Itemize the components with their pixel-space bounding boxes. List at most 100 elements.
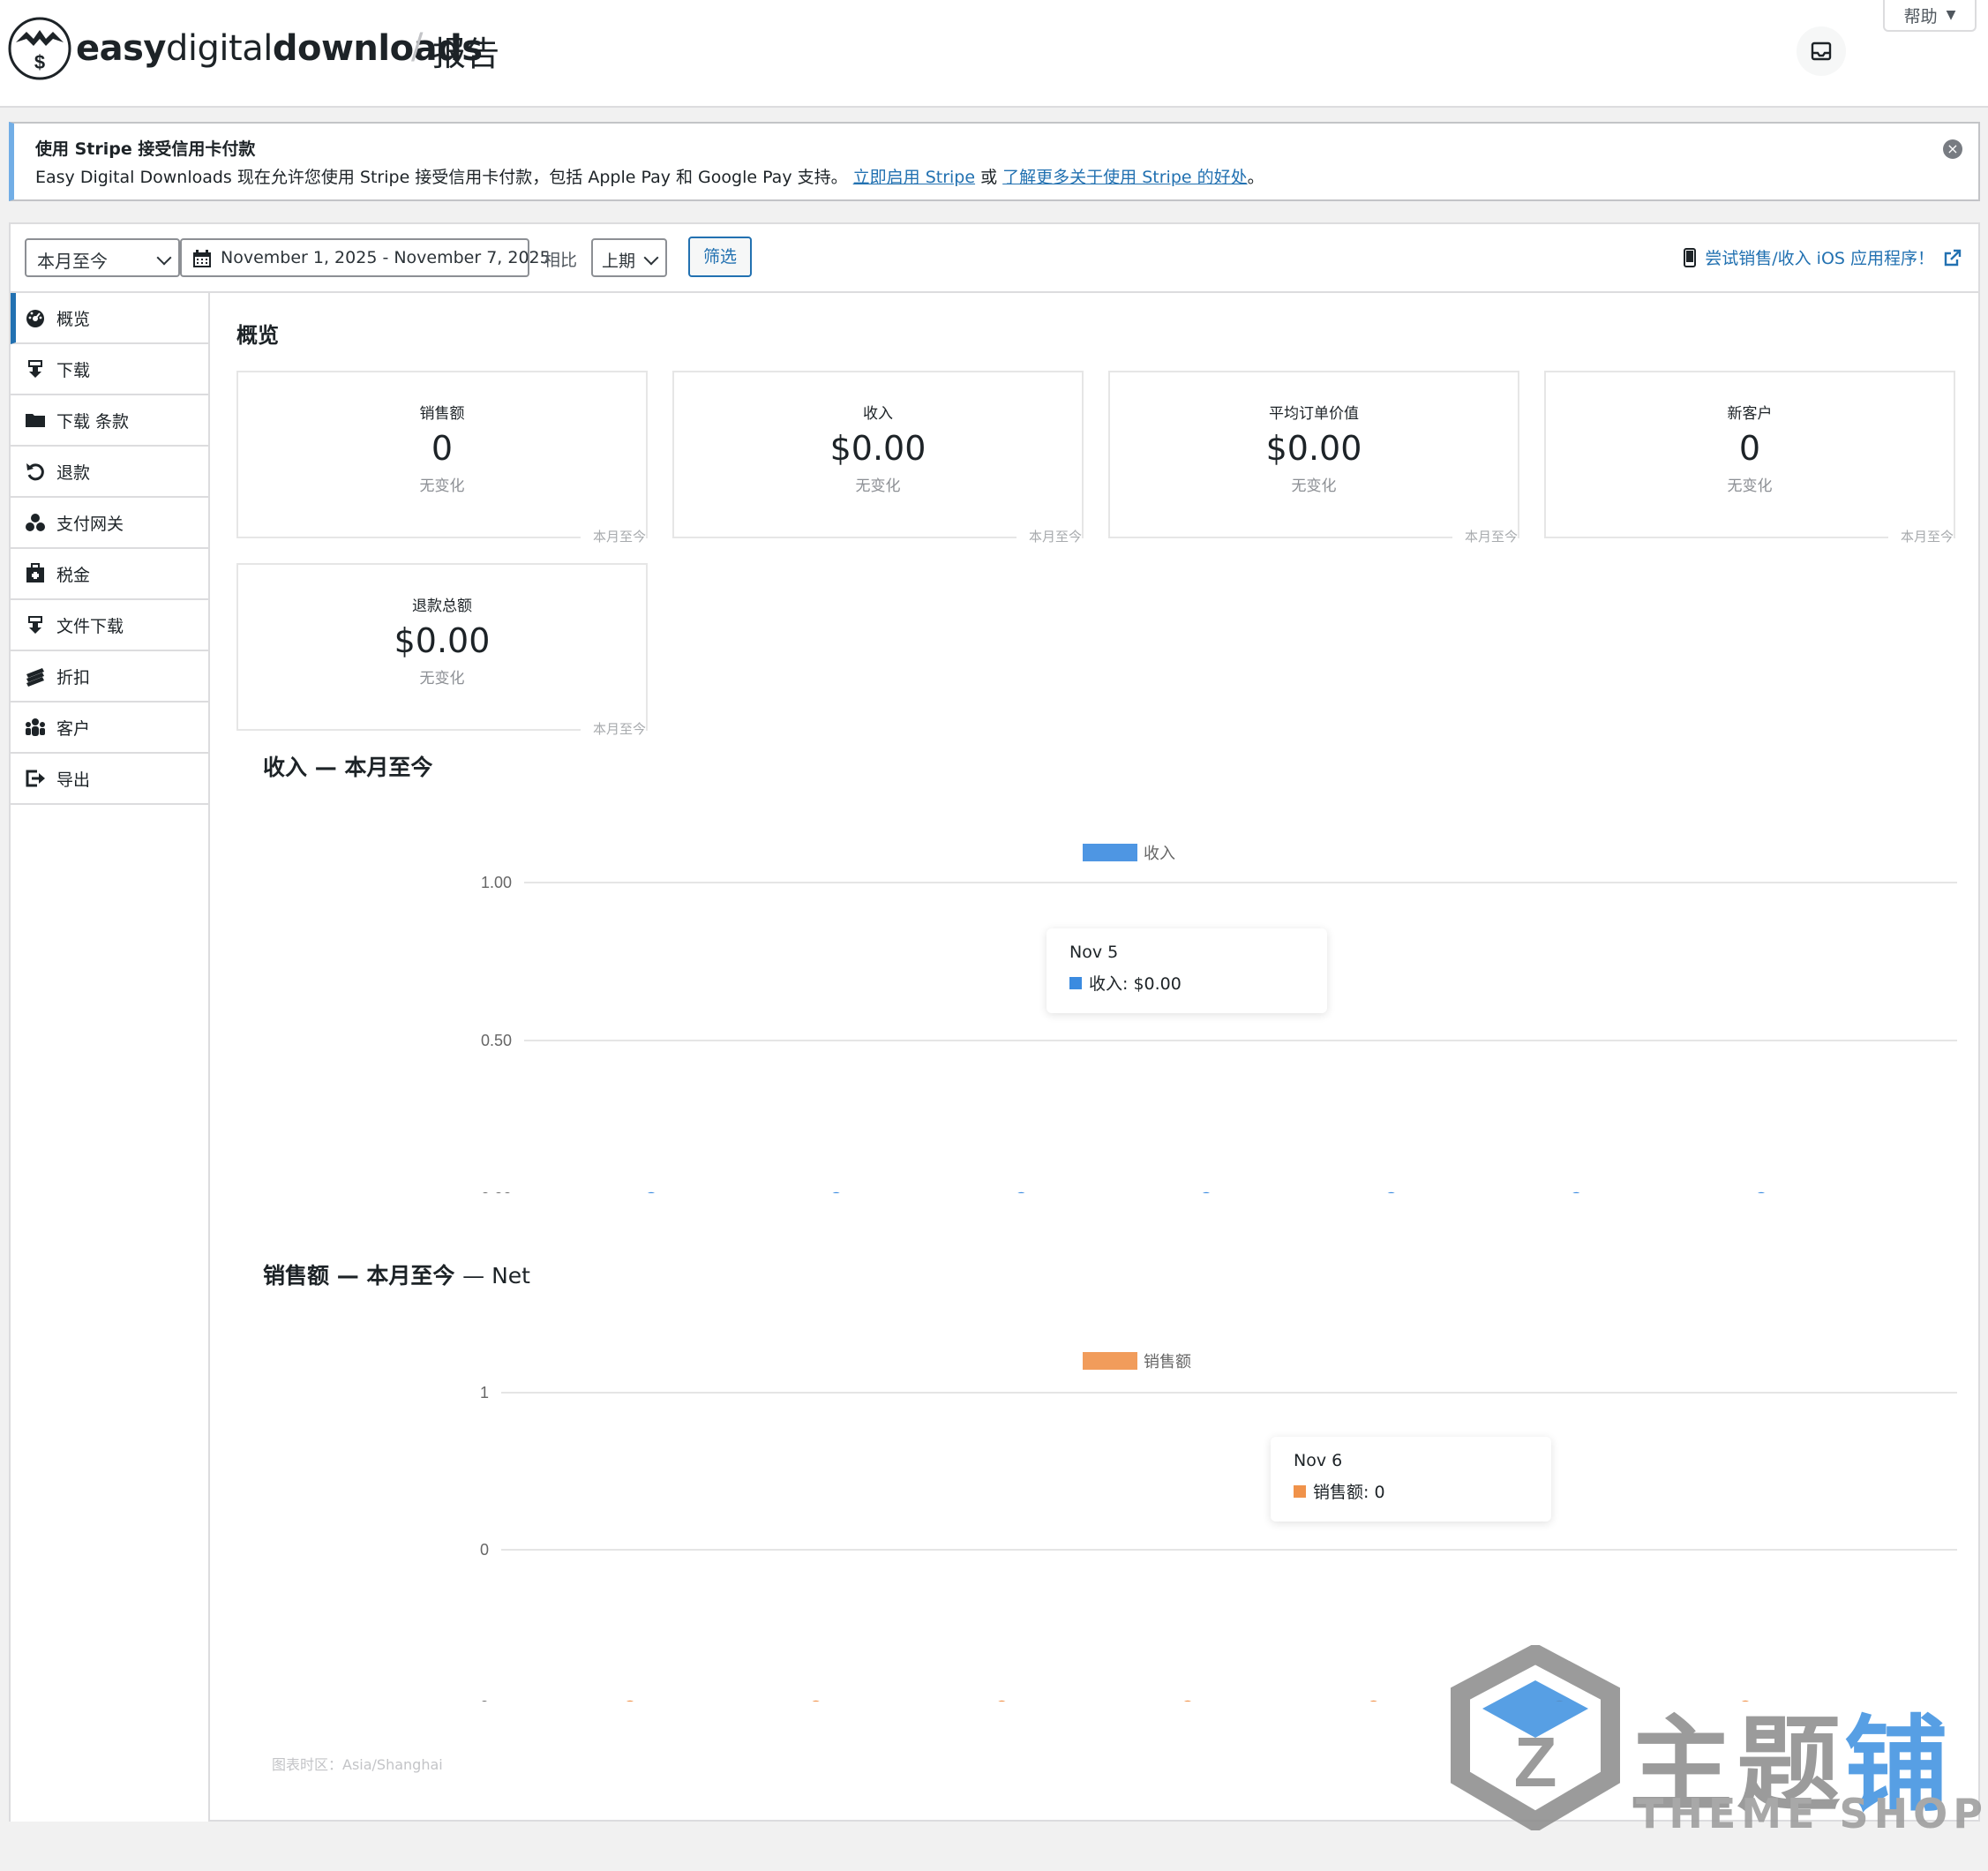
tooltip-title: Nov 6 [1294,1451,1343,1470]
date-range-field[interactable]: November 1, 2025 - November 7, 2025 [180,238,551,277]
ios-link-text: 尝试销售/收入 iOS 应用程序！ [1705,249,1934,268]
sidebar-item-taxes[interactable]: 税金 [11,549,208,600]
y-tick-label: 0 [480,1541,489,1559]
timezone-note: 图表时区：Asia/Shanghai [272,1756,443,1773]
top-header: $ easydigitaldownloads / 报告 帮助 ▼ [0,0,1988,108]
card-change: 无变化 [855,477,901,495]
report-content: 概览 销售额 0 无变化 本月至今 收入 $0.00 无变化 本月至今 平均订单… [210,293,1978,1822]
watermark-logo-icon: Z [1451,1645,1620,1830]
watermark-sub: THEME SHOP [1636,1790,1988,1837]
folder-icon [26,414,45,427]
earnings-chart-tooltip: Nov 5 收入: $0.00 [1047,928,1327,1013]
sidebar-item-file-downloads[interactable]: 文件下载 [11,600,208,651]
smartphone-icon [1684,247,1697,267]
theme-shop-watermark: Z 主题铺 THEME SHOP [1447,1645,1983,1839]
y-tick-label: 1 [480,1384,489,1401]
filter-button[interactable]: 筛选 [688,237,752,277]
card-value: 0 [1738,429,1761,468]
sidebar-item-download-terms[interactable]: 下载 条款 [11,395,208,447]
discount-icon [26,668,44,687]
stat-card-earnings: 收入 $0.00 无变化 本月至今 [672,371,1084,545]
legend-label: 收入 [1144,845,1175,862]
dashboard-icon [26,310,44,327]
download-icon [28,360,42,378]
brand-separator: / [411,26,424,67]
svg-text:$: $ [34,51,45,73]
ios-app-link[interactable]: 尝试销售/收入 iOS 应用程序！ [1684,245,1962,269]
sales-chart: 销售额100Nov 1Nov 2Nov 3Nov 4Nov 5Nov 6Nov … [480,1352,1957,1702]
sidebar-item-label: 支付网关 [56,514,124,534]
sidebar-item-discounts[interactable]: 折扣 [11,651,208,703]
date-range-text: November 1, 2025 - November 7, 2025 [221,248,551,267]
notice-body: Easy Digital Downloads 现在允许您使用 Stripe 接受… [35,164,1264,188]
chevron-down-icon [643,250,659,266]
stat-card-refunds: 退款总额 $0.00 无变化 本月至今 [236,563,648,738]
close-icon: × [1947,140,1959,157]
card-change: 无变化 [419,477,465,495]
edd-logo-icon: $ [8,17,71,80]
sales-chart-tooltip: Nov 6 销售额: 0 [1271,1437,1551,1522]
tooltip-row: 收入: $0.00 [1069,971,1182,995]
card-label: 平均订单价值 [1269,405,1359,423]
stat-card-average-order: 平均订单价值 $0.00 无变化 本月至今 [1108,371,1519,545]
overview-heading: 概览 [236,323,279,348]
calendar-icon [193,250,211,267]
compare-label: 相比 [544,251,578,270]
card-change: 无变化 [419,670,465,688]
dismiss-notice-button[interactable]: × [1943,139,1962,159]
sidebar-item-label: 折扣 [56,667,91,688]
sidebar-item-label: 下载 [56,360,91,380]
external-link-icon [1944,249,1962,266]
sales-chart-title: 销售额 — 本月至今 — Net [263,1259,530,1290]
card-label: 退款总额 [412,597,472,615]
chart-legend: 销售额 [1083,1352,1191,1371]
filter-bar: 本月至今 November 1, 2025 - November 7, 2025… [11,224,1978,293]
help-tab-button[interactable]: 帮助 ▼ [1883,0,1977,32]
learn-more-link[interactable]: 了解更多关于使用 Stripe 的好处 [1002,168,1247,187]
compare-value: 上期 [602,252,636,271]
reports-sidebar: 概览 下载 下载 条款 退款 支付网关 税金 文件下载 折扣 客户 导出 [11,293,210,1822]
sidebar-item-label: 客户 [56,718,91,739]
sidebar-item-label: 文件下载 [56,616,124,636]
sidebar-item-refunds[interactable]: 退款 [11,447,208,498]
tooltip-swatch [1069,976,1082,989]
sales-chart-title-suffix: — Net [462,1263,530,1289]
card-value: 0 [431,429,454,468]
notice-text: Easy Digital Downloads 现在允许您使用 Stripe 接受… [35,168,848,187]
inbox-icon [1811,41,1832,61]
inbox-button[interactable] [1797,26,1846,76]
sales-chart-title-main: 销售额 — 本月至今 [263,1263,455,1289]
sidebar-item-export[interactable]: 导出 [11,754,208,805]
reports-panel: 本月至今 November 1, 2025 - November 7, 2025… [9,222,1980,1822]
undo-icon [26,463,44,481]
card-value: $0.00 [829,429,926,468]
sidebar-item-label: 税金 [56,565,91,585]
compare-select[interactable]: 上期 [591,238,667,277]
notice-or: 或 [980,168,998,187]
card-change: 无变化 [1291,477,1337,495]
sidebar-item-customers[interactable]: 客户 [11,703,208,754]
notice-end: 。 [1247,168,1264,187]
card-label: 销售额 [419,405,465,423]
sidebar-item-downloads[interactable]: 下载 [11,344,208,395]
file-download-icon [28,616,42,634]
date-range-select[interactable]: 本月至今 [25,238,180,277]
help-label: 帮助 [1903,6,1938,26]
y-tick-label: 0.00 [481,1190,512,1193]
card-change: 无变化 [1727,477,1773,495]
card-period: 本月至今 [1887,527,1954,545]
stat-card-new-customers: 新客户 0 无变化 本月至今 [1544,371,1955,545]
sidebar-item-label: 退款 [56,462,91,483]
y-tick-label: 1.00 [481,874,512,891]
legend-label: 销售额 [1144,1353,1191,1371]
sidebar-item-gateways[interactable]: 支付网关 [11,498,208,549]
card-period: 本月至今 [1452,527,1518,545]
tax-icon [26,563,44,582]
enable-stripe-link[interactable]: 立即启用 Stripe [853,168,975,187]
sidebar-item-overview[interactable]: 概览 [11,293,208,344]
card-value: $0.00 [1265,429,1362,468]
tooltip-row: 销售额: 0 [1294,1479,1385,1503]
gateway-icon [26,514,45,531]
export-icon [26,770,45,787]
tooltip-swatch [1294,1484,1306,1498]
